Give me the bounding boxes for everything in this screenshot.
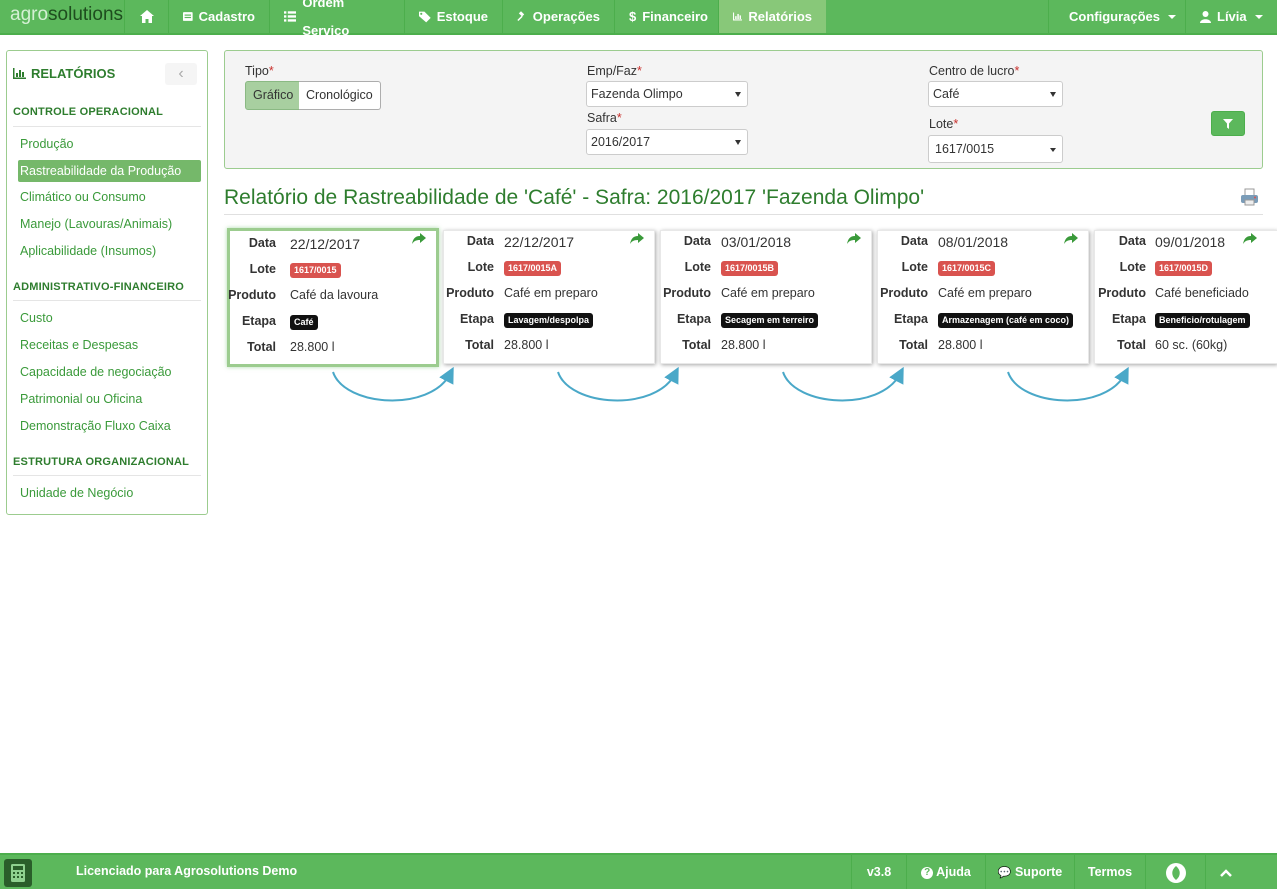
leaf-button[interactable] [1145,855,1205,889]
print-icon[interactable] [1240,188,1260,206]
empfaz-select[interactable]: Fazenda Olimpo [586,81,748,107]
sidebar-item-custo[interactable]: Custo [18,307,201,329]
tag-icon [419,11,431,22]
nav-estoque[interactable]: Estoque [404,0,502,33]
section-controle-operacional: CONTROLE OPERACIONAL [13,106,164,118]
dollar-icon: $ [629,8,637,24]
safra-select[interactable]: 2016/2017 [586,129,748,155]
divider [13,300,201,301]
nav-home[interactable] [124,0,168,33]
divider [13,475,201,476]
apply-filter-button[interactable] [1211,111,1245,136]
question-icon: ? [921,866,934,879]
lote-select[interactable]: 1617/0015 [928,135,1063,163]
caret-down-icon [735,92,741,97]
sidebar-item-aplicabilidade[interactable]: Aplicabilidade (Insumos) [18,240,201,262]
nav-operacoes[interactable]: Operações [502,0,614,33]
nav-financeiro[interactable]: $ Financeiro [614,0,718,33]
nav-ordem-servico[interactable]: Ordem Serviço [269,0,404,38]
trace-card[interactable]: Data 22/12/2017 Lote 1617/0015A Produto Caf… [443,230,655,364]
sidebar: RELATÓRIOS ‹ CONTROLE OPERACIONAL Produç… [6,50,208,515]
chevron-down-icon [1168,14,1177,19]
sidebar-item-producao[interactable]: Produção [18,133,201,155]
filter-icon [1223,119,1233,129]
help-button[interactable]: ? Ajuda [906,855,985,889]
tipo-grafico-button[interactable]: Gráfico [245,81,302,110]
chevron-down-icon [1254,14,1263,19]
sidebar-item-climatico[interactable]: Climático ou Consumo [18,186,201,208]
sidebar-item-receitas[interactable]: Receitas e Despesas [18,334,201,356]
caret-down-icon [1050,148,1056,152]
flow-arrow [332,366,454,402]
etapa-badge: Beneficio/rotulagem [1155,313,1250,328]
tipo-label: Tipo* [245,64,274,78]
list-icon [284,11,297,22]
flow-arrow [1007,366,1129,402]
etapa-badge: Café [290,315,318,330]
lote-label: Lote* [929,117,959,131]
lote-badge: 1617/0015A [504,261,562,276]
lote-badge: 1617/0015B [721,261,779,276]
lote-badge: 1617/0015C [938,261,996,276]
divider [224,214,1263,215]
filter-panel: Tipo* Gráfico Cronológico Emp/Faz* Fazen… [224,50,1263,169]
nav-cadastro[interactable]: Cadastro [168,0,269,33]
caret-down-icon [1050,92,1056,97]
support-button[interactable]: 💬 Suporte [985,855,1074,889]
bar-chart-icon [13,68,26,79]
etapa-badge: Lavagem/despolpa [504,313,594,328]
flow-arrow [557,366,679,402]
terms-link[interactable]: Termos [1074,855,1145,889]
calculator-icon[interactable] [4,859,32,887]
chevron-left-icon: ‹ [178,65,184,82]
trace-card[interactable]: Data 09/01/2018 Lote 1617/0015D Produto Caf… [1094,230,1277,364]
section-estrutura-organizacional: ESTRUTURA ORGANIZACIONAL [13,456,190,468]
top-navbar: agrosolutions Cadastro Ordem Serviço Est… [0,0,1277,38]
license-text: Licenciado para Agrosolutions Demo [76,864,298,878]
centro-lucro-label: Centro de lucro* [929,64,1020,78]
leaf-icon [1165,862,1186,883]
sidebar-item-unidade-negocio[interactable]: Unidade de Negócio [18,482,201,504]
tipo-cronologico-button[interactable]: Cronológico [299,81,381,110]
safra-label: Safra* [587,111,622,125]
home-icon [139,10,154,23]
caret-down-icon [735,140,741,145]
etapa-badge: Secagem em terreiro [721,313,819,328]
trace-card[interactable]: Data 08/01/2018 Lote 1617/0015C Produto Caf… [877,230,1089,364]
gavel-icon [517,11,525,22]
sidebar-item-manejo[interactable]: Manejo (Lavouras/Animais) [18,213,201,235]
brand-logo[interactable]: agrosolutions [10,4,123,26]
chevron-up-icon [1219,868,1232,877]
flow-arrow [782,366,904,402]
etapa-badge: Armazenagem (café em coco) [938,313,1074,328]
empfaz-label: Emp/Faz* [587,64,642,78]
sidebar-collapse-button[interactable]: ‹ [165,63,197,85]
sidebar-title: RELATÓRIOS [13,66,115,81]
nav-relatorios[interactable]: Relatórios [718,0,826,33]
report-title: Relatório de Rastreabilidade de 'Café' -… [224,186,925,209]
lote-badge: 1617/0015 [290,263,341,278]
nav-user-menu[interactable]: Lívia [1185,0,1277,33]
divider [13,126,201,127]
section-administrativo-financeiro: ADMINISTRATIVO-FINANCEIRO [13,281,185,293]
chat-icon: 💬 [997,867,1012,879]
sidebar-item-patrimonial[interactable]: Patrimonial ou Oficina [18,388,201,410]
sidebar-item-capacidade[interactable]: Capacidade de negociação [18,361,201,383]
user-icon [1200,10,1211,23]
bar-chart-icon [733,12,743,21]
trace-card[interactable]: Data 22/12/2017 Lote 1617/0015 Produto Café… [227,228,439,367]
sidebar-item-fluxo-caixa[interactable]: Demonstração Fluxo Caixa [18,415,201,437]
flow-arrows [332,366,1129,402]
trace-card[interactable]: Data 03/01/2018 Lote 1617/0015B Produto Caf… [660,230,872,364]
centro-lucro-select[interactable]: Café [928,81,1063,107]
table-icon [183,12,193,21]
sidebar-item-rastreabilidade[interactable]: Rastreabilidade da Produção [18,160,201,182]
nav-configuracoes[interactable]: Configurações [1048,0,1185,33]
scroll-top-button[interactable] [1205,855,1245,889]
version-label: v3.8 [851,855,906,889]
lote-badge: 1617/0015D [1155,261,1213,276]
footer: Licenciado para Agrosolutions Demo v3.8 … [0,853,1277,889]
